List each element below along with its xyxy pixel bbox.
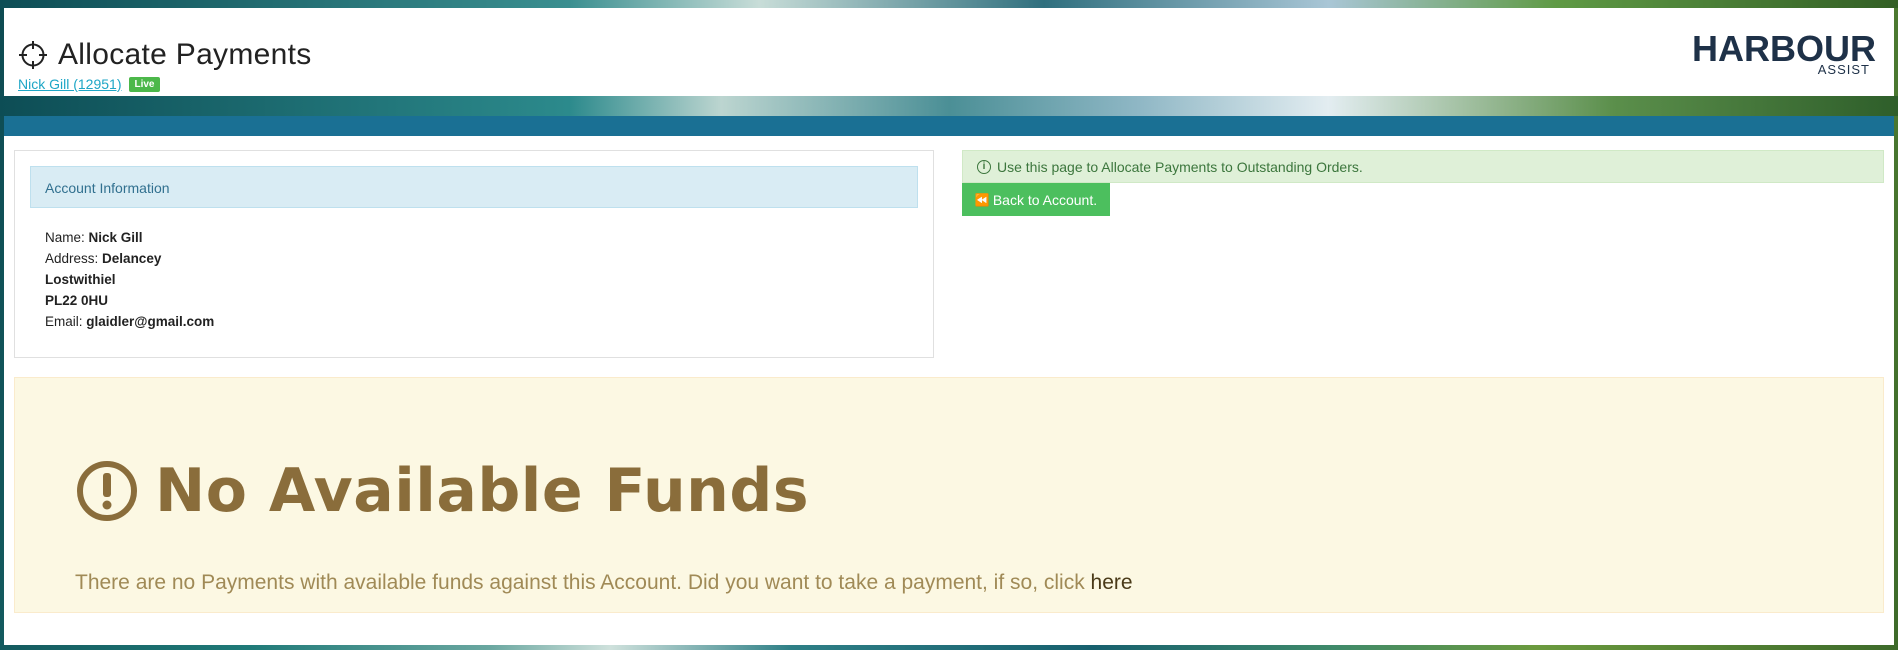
email-label: Email: [45,314,83,329]
name-value: Nick Gill [88,230,143,245]
email-row: Email: glaidler@gmail.com [45,311,214,332]
status-badge: Live [129,76,160,92]
take-payment-link[interactable]: here [1091,571,1133,594]
crosshairs-icon [19,41,47,69]
background-image-band [0,96,1898,116]
page-title: Allocate Payments [58,38,312,71]
account-details: Name: Nick Gill Address: Delancey Lostwi… [45,227,214,332]
no-funds-warning: No Available Funds There are no Payments… [14,377,1884,613]
fast-backward-icon: ⏪ [974,192,990,207]
address-line-1: Delancey [102,251,162,266]
user-account-link[interactable]: Nick Gill (12951) [18,76,121,92]
back-to-account-button[interactable]: ⏪ Back to Account. [962,183,1110,216]
nav-bar [4,116,1894,136]
warning-title: No Available Funds [155,456,810,526]
title-row: Allocate Payments [18,38,312,72]
address-line-3: PL22 0HU [45,293,109,308]
back-button-label: Back to Account. [992,191,1098,208]
info-alert: i Use this page to Allocate Payments to … [962,150,1884,183]
email-value: glaidler@gmail.com [86,314,215,329]
main-content: Account Information Name: Nick Gill Addr… [4,136,1894,645]
address-label: Address: [45,251,99,266]
info-icon: i [977,159,991,174]
name-row: Name: Nick Gill [45,227,214,248]
exclamation-circle-icon [77,461,137,521]
panel-heading: Account Information [30,166,918,208]
info-alert-text: Use this page to Allocate Payments to Ou… [997,158,1363,175]
name-label: Name: [45,230,85,245]
address-row: Address: Delancey [45,248,214,269]
warning-title-row: No Available Funds [75,456,809,526]
background-image-top [0,0,1898,8]
warning-text: There are no Payments with available fun… [75,571,1085,594]
account-information-panel: Account Information Name: Nick Gill Addr… [14,150,934,358]
harbour-assist-logo: HARBOUR ASSIST [1692,24,1876,77]
address-line-2: Lostwithiel [45,272,116,287]
logo-sub-text: ASSIST [1817,62,1870,77]
warning-message: There are no Payments with available fun… [75,571,1133,595]
user-row: Nick Gill (12951) Live [18,76,160,92]
page-header: Allocate Payments Nick Gill (12951) Live… [4,8,1894,96]
